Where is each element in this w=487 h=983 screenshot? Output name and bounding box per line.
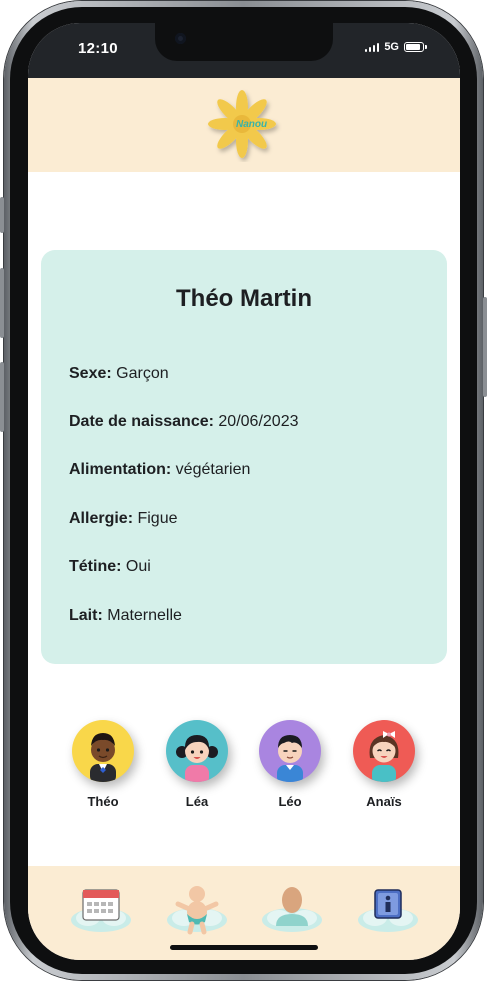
battery-icon xyxy=(404,42,427,52)
info-value: Oui xyxy=(125,558,151,575)
info-row-alimentation: Alimentation: végétarien xyxy=(69,461,250,479)
profile-icon xyxy=(262,887,322,932)
boy-avatar-icon xyxy=(72,720,134,782)
info-label: Date de naissance: xyxy=(69,413,214,430)
power-button xyxy=(483,297,487,397)
children-selector: Théo Léa Léo Anaïs xyxy=(28,720,460,820)
info-value: 20/06/2023 xyxy=(218,413,299,430)
info-label: Lait: xyxy=(69,607,103,624)
home-indicator[interactable] xyxy=(170,945,318,950)
info-row-allergie: Allergie: Figue xyxy=(69,510,178,528)
info-label: Tétine: xyxy=(69,558,122,575)
info-value: Maternelle xyxy=(107,607,182,624)
info-label: Sexe: xyxy=(69,365,112,382)
app-header: Nanou xyxy=(28,78,460,172)
camera-icon xyxy=(175,33,186,44)
status-bar: 12:10 5G xyxy=(28,23,460,78)
child-name-label: Léa xyxy=(185,794,209,809)
child-item-anais[interactable]: Anaïs xyxy=(352,720,416,809)
info-row-sexe: Sexe: Garçon xyxy=(69,365,169,383)
child-item-theo[interactable]: Théo xyxy=(71,720,135,809)
child-info-card: Théo Martin Sexe: Garçon Date de naissan… xyxy=(41,250,447,664)
child-item-lea[interactable]: Léa xyxy=(165,720,229,809)
girl-avatar-icon xyxy=(353,720,415,782)
boy-avatar-icon xyxy=(259,720,321,782)
info-row-lait: Lait: Maternelle xyxy=(69,607,182,625)
screen: 12:10 5G Nanou Théo Martin Sexe: Garçon … xyxy=(28,23,460,960)
silent-switch xyxy=(0,197,4,233)
child-name-label: Léo xyxy=(278,794,302,809)
status-icons: 5G xyxy=(364,41,427,53)
child-item-leo[interactable]: Léo xyxy=(258,720,322,809)
volume-up-button xyxy=(0,268,4,338)
nav-profile-button[interactable] xyxy=(259,880,325,940)
nav-baby-button[interactable] xyxy=(164,880,230,940)
info-value: végétarien xyxy=(175,461,251,478)
info-value: Garçon xyxy=(116,365,169,382)
info-value: Figue xyxy=(137,510,178,527)
nav-calendar-button[interactable] xyxy=(68,880,134,940)
signal-icon xyxy=(364,42,380,52)
child-name-title: Théo Martin xyxy=(176,285,312,312)
info-label: Alimentation: xyxy=(69,461,172,478)
child-name-label: Anaïs xyxy=(366,794,402,809)
girl-avatar-icon xyxy=(166,720,228,782)
baby-icon xyxy=(167,886,227,935)
info-row-birthdate: Date de naissance: 20/06/2023 xyxy=(69,413,298,431)
nav-info-button[interactable] xyxy=(355,880,421,940)
logo-text: Nanou xyxy=(236,119,267,130)
nanou-logo: Nanou xyxy=(208,90,276,158)
info-row-tetine: Tétine: Oui xyxy=(69,558,151,576)
network-label: 5G xyxy=(384,41,399,53)
info-icon xyxy=(358,889,418,932)
info-label: Allergie: xyxy=(69,510,134,527)
status-time: 12:10 xyxy=(78,40,118,57)
volume-down-button xyxy=(0,362,4,432)
child-name-label: Théo xyxy=(87,794,119,809)
calendar-icon xyxy=(71,889,131,932)
